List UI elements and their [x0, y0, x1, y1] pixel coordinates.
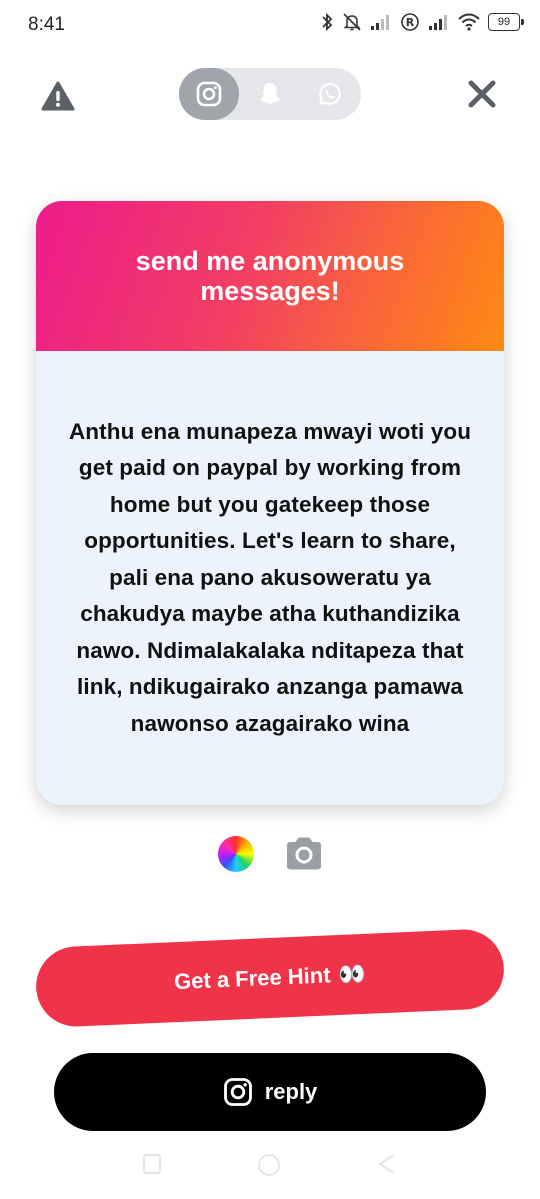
- navigation-bar: [0, 1140, 540, 1199]
- wifi-icon: [458, 13, 480, 31]
- reply-button[interactable]: reply: [54, 1053, 486, 1131]
- status-icons: R 99: [320, 12, 524, 32]
- tab-snapchat[interactable]: [240, 68, 300, 120]
- eyes-icon: 👀: [337, 960, 367, 987]
- message-text: Anthu ena munapeza mwayi woti you get pa…: [68, 418, 472, 736]
- get-free-hint-button[interactable]: Get a Free Hint 👀: [34, 927, 506, 1029]
- tab-whatsapp[interactable]: [300, 68, 360, 120]
- card-body: Anthu ena munapeza mwayi woti you get pa…: [36, 351, 504, 805]
- instagram-icon: [196, 81, 222, 107]
- hint-label: Get a Free Hint: [173, 962, 331, 995]
- status-bar: 8:41 R 99: [0, 0, 540, 50]
- tab-instagram[interactable]: [179, 68, 239, 120]
- recents-icon[interactable]: [142, 1153, 162, 1175]
- message-card: send me anonymous messages! Anthu ena mu…: [36, 201, 504, 805]
- report-button[interactable]: [40, 80, 76, 112]
- reply-label: reply: [264, 1079, 318, 1104]
- platform-switch: [179, 68, 361, 120]
- color-wheel-icon[interactable]: [218, 836, 254, 872]
- close-icon: [468, 80, 496, 108]
- signal-icon-2: [429, 15, 447, 30]
- bluetooth-icon: [322, 12, 333, 32]
- card-header: send me anonymous messages!: [36, 201, 504, 351]
- warning-icon: [41, 81, 75, 111]
- camera-button[interactable]: [283, 834, 325, 874]
- status-time: 8:41: [28, 14, 65, 35]
- battery-indicator: 99: [488, 13, 524, 31]
- whatsapp-icon: [319, 82, 341, 105]
- close-button[interactable]: [462, 78, 502, 114]
- instagram-icon: [223, 1078, 252, 1106]
- mute-bell-icon: [343, 13, 361, 31]
- home-icon[interactable]: [257, 1153, 281, 1177]
- card-title: send me anonymous messages!: [135, 246, 405, 306]
- camera-icon: [287, 837, 321, 870]
- roaming-icon: R: [401, 13, 419, 31]
- snapchat-icon: [259, 83, 281, 105]
- signal-icon: [371, 15, 389, 30]
- back-icon[interactable]: [377, 1153, 397, 1175]
- svg-text:R: R: [406, 16, 415, 29]
